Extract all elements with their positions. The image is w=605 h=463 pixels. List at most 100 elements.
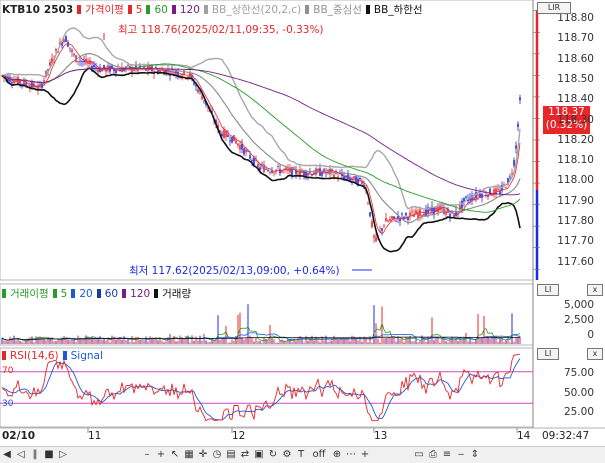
candle-body xyxy=(251,160,253,162)
lock-icon[interactable]: ⊕ xyxy=(330,448,344,462)
candle-body xyxy=(385,218,387,222)
candle-body xyxy=(491,195,493,197)
grid-icon[interactable]: ⋯ xyxy=(344,448,358,462)
candle-body xyxy=(419,209,421,216)
save-icon[interactable]: ▣ xyxy=(252,448,266,462)
candle-body xyxy=(55,48,57,51)
price-panel-corner-button[interactable]: LIR xyxy=(537,2,571,14)
print-icon[interactable]: ⎙ xyxy=(426,448,440,462)
candle-body xyxy=(19,81,21,84)
volume-panel-corner-button[interactable]: LI xyxy=(537,284,559,296)
candle-body xyxy=(405,212,407,216)
candle-body xyxy=(67,42,69,47)
crosshair-icon[interactable]: ✛ xyxy=(196,448,210,462)
volume-panel-close-button[interactable]: x xyxy=(587,284,603,296)
candle-body xyxy=(227,134,229,137)
chart-area[interactable] xyxy=(0,0,605,446)
indicator-icon[interactable]: ▤ xyxy=(224,448,238,462)
candle-body xyxy=(65,36,67,42)
candle-body xyxy=(221,133,223,137)
price-legend-item-label: 5 xyxy=(135,4,143,16)
candle-body xyxy=(513,160,515,166)
candle-body xyxy=(103,64,105,69)
candle-body xyxy=(63,39,65,43)
candle-body xyxy=(373,235,375,238)
candle-body xyxy=(509,176,511,178)
volume-legend-item-swatch xyxy=(154,289,159,298)
candle-body xyxy=(69,47,71,49)
candle-body xyxy=(231,136,233,143)
axis-tick-label: 117.70 xyxy=(557,235,594,248)
axis-tick-label: 118.50 xyxy=(557,72,594,85)
candle-body xyxy=(519,97,521,101)
candle-body xyxy=(261,165,263,167)
pause-icon[interactable]: ‖ xyxy=(28,448,42,462)
candle-body xyxy=(477,194,479,196)
zoom-in-icon[interactable]: + xyxy=(154,448,168,462)
chart-type-icon[interactable]: ▦ xyxy=(182,448,196,462)
stop-icon[interactable]: ■ xyxy=(42,448,56,462)
rsi-panel-close-button[interactable]: x xyxy=(587,348,603,360)
candle-body xyxy=(39,84,41,86)
minimize-icon[interactable]: ‒ xyxy=(454,448,468,462)
window-icon[interactable]: ▭ xyxy=(412,448,426,462)
candle-body xyxy=(383,225,385,227)
candle-body xyxy=(515,145,517,149)
candle-body xyxy=(489,188,491,195)
time-axis-label: 12 xyxy=(232,430,246,442)
text-tool-icon[interactable]: T xyxy=(294,448,308,462)
off-toggle[interactable]: off xyxy=(308,448,330,462)
expand-icon[interactable]: ⇕ xyxy=(468,448,482,462)
axis-tick-label: 118.40 xyxy=(557,93,594,106)
price-panel-frame xyxy=(0,0,534,281)
price-legend-item-swatch xyxy=(305,5,310,14)
rsi-legend-item-swatch xyxy=(2,351,6,360)
rsi-level-low: 30 xyxy=(2,399,14,409)
candle-body xyxy=(277,166,279,168)
compare-icon[interactable]: ⇄ xyxy=(238,448,252,462)
candle-body xyxy=(239,145,241,150)
axis-tick-label: 118.10 xyxy=(557,154,594,167)
scroll-back-icon[interactable]: ◁ xyxy=(14,448,28,462)
candle-body xyxy=(21,83,23,85)
settings-icon[interactable]: ⚙ xyxy=(280,448,294,462)
candle-body xyxy=(257,164,259,168)
candle-body xyxy=(505,187,507,189)
scroll-forward-icon[interactable]: ▷ xyxy=(56,448,70,462)
volume-legend-item-label: 120 xyxy=(130,288,151,300)
refresh-icon[interactable]: ↻ xyxy=(266,448,280,462)
candle-body xyxy=(391,216,393,219)
rsi-level-high: 70 xyxy=(2,366,14,376)
time-axis-label: 02/10 xyxy=(2,430,36,442)
chart-toolbar: ◀ ◁ ‖ ■ ▷ – + ↖ ▦ ✛ ◷ ▤ ⇄ ▣ ↻ ⚙ T off ⊕ … xyxy=(0,446,605,463)
candle-body xyxy=(197,89,199,93)
candle-body xyxy=(417,212,419,218)
price-legend-item-label: BB_상한선(20,2,c) xyxy=(211,4,302,16)
axis-tick-label: 117.80 xyxy=(557,215,594,227)
axis-tick-label: 118.60 xyxy=(557,52,594,65)
rsi-panel-corner-button[interactable]: LI xyxy=(537,348,559,360)
candle-body xyxy=(111,65,113,69)
add-icon[interactable]: + xyxy=(358,448,372,462)
scroll-start-icon[interactable]: ◀ xyxy=(0,448,14,462)
candle-body xyxy=(127,65,129,66)
axis-tick-label: 117.60 xyxy=(557,255,594,268)
volume-legend-item-label: 거래이평 xyxy=(10,288,49,300)
candle-body xyxy=(223,129,225,138)
axis-tick-label: 118.00 xyxy=(557,174,594,187)
candle-body xyxy=(375,237,377,242)
candle-body xyxy=(249,155,251,159)
more-icon[interactable]: ≡ xyxy=(440,448,454,462)
zoom-out-icon[interactable]: – xyxy=(140,448,154,462)
period-icon[interactable]: ◷ xyxy=(210,448,224,462)
candle-body xyxy=(79,60,81,62)
candle-body xyxy=(285,167,287,169)
candle-body xyxy=(267,170,269,172)
axis-tick-label: 25.00 xyxy=(563,406,594,418)
candle-body xyxy=(465,196,467,198)
price-legend-item-label: BB_중심선 xyxy=(313,4,362,16)
candle-body xyxy=(409,212,411,216)
candle-body xyxy=(371,221,373,228)
volume-legend-item-swatch xyxy=(52,289,57,298)
cursor-icon[interactable]: ↖ xyxy=(168,448,182,462)
